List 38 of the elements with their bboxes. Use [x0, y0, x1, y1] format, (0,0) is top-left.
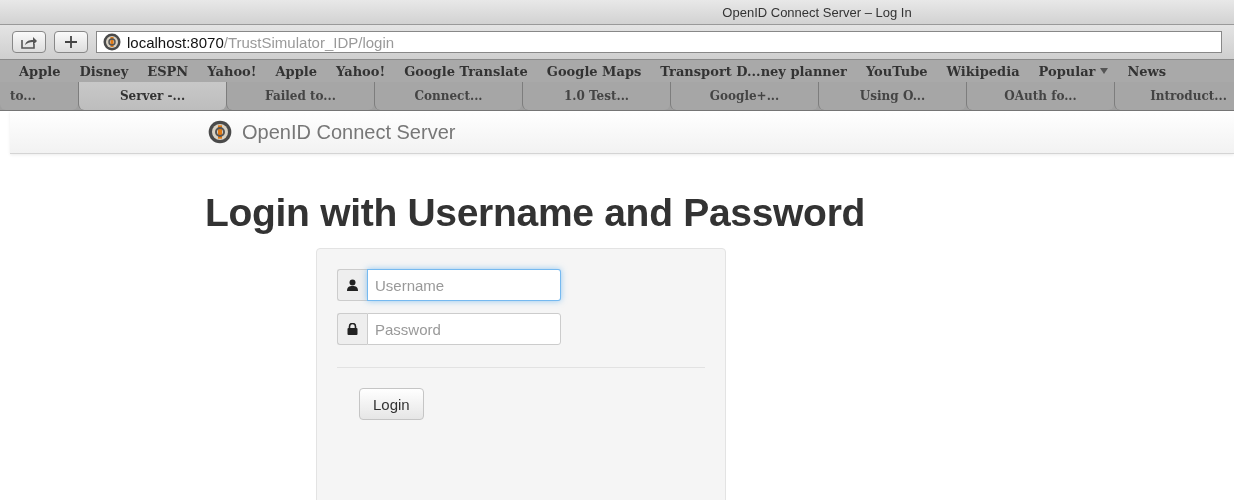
browser-tab[interactable]: 1.0 Test...	[522, 82, 670, 110]
bookmark-link[interactable]: Wikipedia	[946, 63, 1020, 79]
brand-logo-icon	[208, 120, 232, 144]
password-field[interactable]: Password	[367, 313, 561, 345]
bookmark-link[interactable]: Transport D...ney planner	[660, 63, 847, 79]
bookmark-link[interactable]: Google Translate	[404, 63, 528, 79]
username-field[interactable]: Username	[367, 269, 561, 301]
bookmark-link[interactable]: Yahoo!	[335, 63, 386, 79]
page-heading: Login with Username and Password	[205, 190, 867, 236]
share-button[interactable]	[12, 31, 46, 53]
browser-tab[interactable]: Failed to...	[226, 82, 374, 110]
bookmark-link[interactable]: News	[1127, 63, 1167, 79]
browser-tab[interactable]: Using O...	[818, 82, 966, 110]
caret-icon	[1100, 68, 1109, 74]
address-field[interactable]: localhost:8070/TrustSimulator_IDP/login	[96, 31, 1222, 53]
bookmark-link[interactable]: YouTube	[865, 63, 928, 79]
bookmark-menu[interactable]: Popular	[1038, 63, 1109, 79]
bookmark-link[interactable]: Apple	[275, 63, 317, 79]
user-icon	[347, 279, 358, 291]
plus-icon	[65, 36, 77, 48]
browser-tab[interactable]: Google+...	[670, 82, 818, 110]
browser-tab[interactable]: to...	[0, 82, 78, 110]
browser-tab[interactable]: OAuth fo...	[966, 82, 1114, 110]
login-button[interactable]: Login	[359, 388, 424, 420]
new-tab-button[interactable]	[54, 31, 88, 53]
bookmark-link[interactable]: ESPN	[147, 63, 189, 79]
browser-tab[interactable]: Server -...	[78, 82, 226, 110]
browser-tab[interactable]: Introduct...	[1114, 82, 1234, 110]
bookmark-link[interactable]: Google Maps	[546, 63, 642, 79]
site-logo-icon	[103, 33, 121, 51]
browser-tab[interactable]: Connect...	[374, 82, 522, 110]
window-title: OpenID Connect Server – Log In	[722, 4, 912, 20]
lock-icon	[347, 323, 358, 335]
bookmark-link[interactable]: Yahoo!	[207, 63, 257, 79]
bookmark-link[interactable]: Apple	[19, 63, 61, 79]
share-icon	[20, 35, 38, 49]
bookmark-link[interactable]: Disney	[79, 63, 129, 79]
brand-name[interactable]: OpenID Connect Server	[242, 120, 456, 144]
